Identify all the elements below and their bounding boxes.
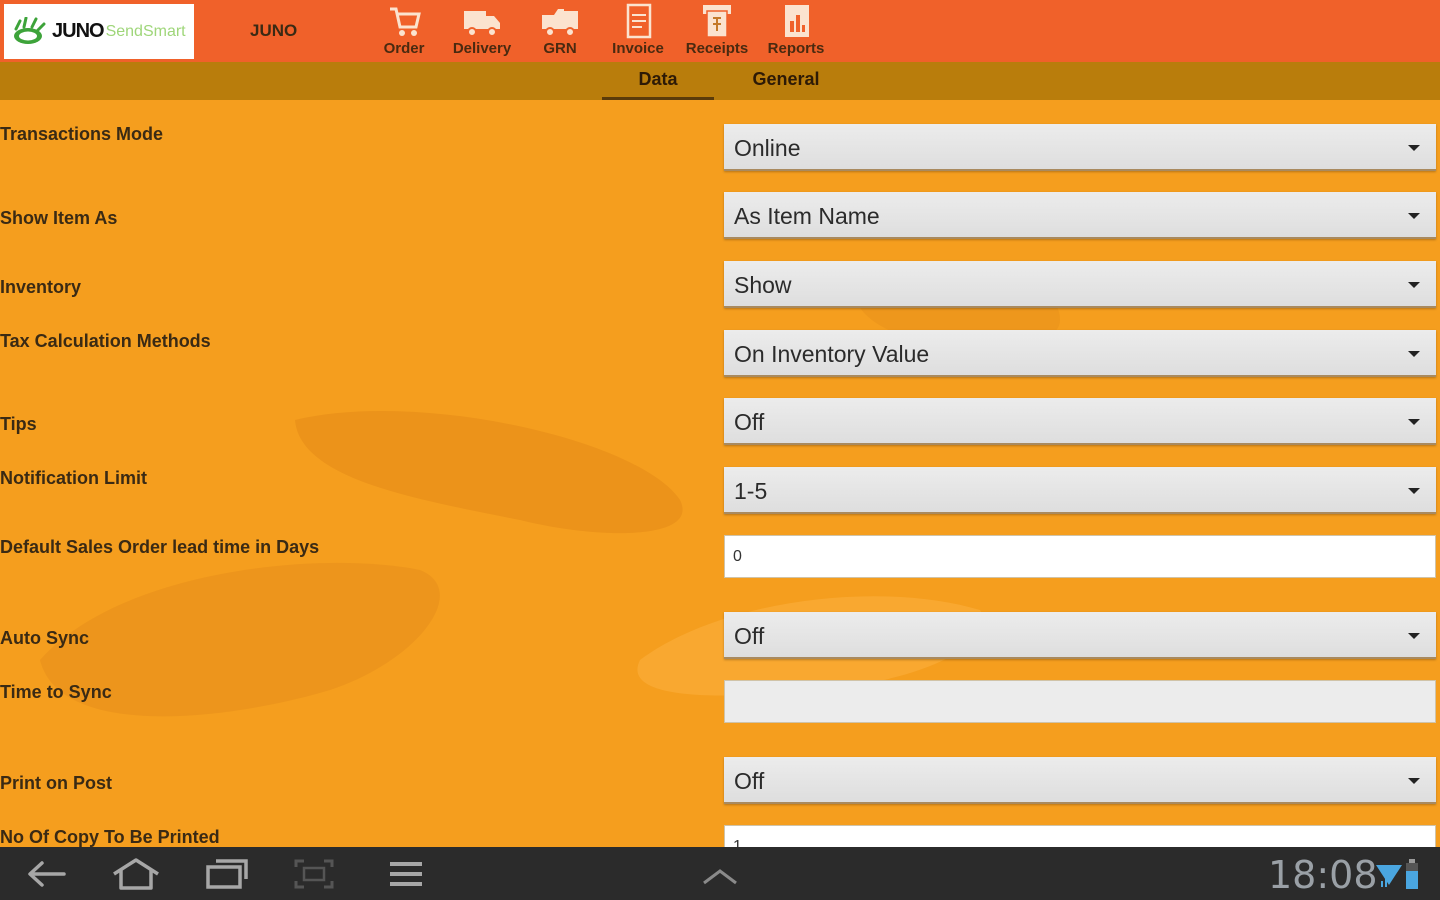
nav-invoice-button[interactable]: Invoice [606,0,670,62]
screenshot-icon[interactable] [292,857,336,891]
leaf-logo-icon [14,16,46,44]
menu-icon[interactable] [386,857,426,891]
battery-icon [1406,859,1418,889]
transactions-mode-dropdown[interactable]: Online [724,124,1436,171]
setting-label-tips: Tips [0,414,37,434]
settings-panel: Transactions Mode Online Show Item As As… [0,100,1440,847]
input-value: 0 [733,548,742,565]
app-title: JUNO [250,21,298,40]
notification-limit-dropdown[interactable]: 1-5 [724,467,1436,514]
dropdown-value: Off [734,409,765,435]
setting-label-print-on-post: Print on Post [0,773,112,793]
back-icon[interactable] [24,857,68,891]
caret-down-icon [1408,419,1420,425]
caret-down-icon [1408,633,1420,639]
nav-label: Delivery [452,40,512,57]
clock: 18:08 [1268,853,1378,897]
nav-receipts-button[interactable]: Receipts [680,0,754,62]
setting-label-copies-to-print: No Of Copy To Be Printed [0,827,220,847]
caret-down-icon [1408,282,1420,288]
setting-label-transactions-mode: Transactions Mode [0,124,164,144]
tab-bar: Data General [0,62,1440,100]
recent-apps-icon[interactable] [202,857,252,891]
nav-reports-button[interactable]: Reports [762,0,830,62]
nav-label: Invoice [612,40,664,57]
tab-data[interactable]: Data [602,62,714,100]
dropdown-value: 1-5 [734,478,768,504]
tips-dropdown[interactable]: Off [724,398,1436,445]
setting-label-tax-calculation-methods: Tax Calculation Methods [0,331,211,351]
dropdown-value: Off [734,623,765,649]
caret-down-icon [1408,778,1420,784]
nav-grn-button[interactable]: GRN [532,0,588,62]
tab-general[interactable]: General [730,62,842,100]
caret-down-icon [1408,145,1420,151]
setting-label-notification-limit: Notification Limit [0,468,147,488]
input-value: 1 [733,838,742,847]
caret-down-icon [1408,351,1420,357]
setting-label-default-lead-time: Default Sales Order lead time in Days [0,537,320,557]
setting-label-inventory: Inventory [0,277,82,297]
reports-icon [785,5,809,37]
show-item-as-dropdown[interactable]: As Item Name [724,192,1436,239]
time-to-sync-input[interactable] [724,680,1436,723]
dropdown-value: On Inventory Value [734,341,930,367]
app-logo: JUNO SendSmart [4,4,194,59]
auto-sync-dropdown[interactable]: Off [724,612,1436,659]
nav-label: GRN [543,40,577,57]
nav-label: Order [383,40,425,57]
receipt-icon [703,5,731,38]
truck-icon [464,11,500,37]
top-bar: JUNO SendSmart JUNO Order Delivery GRN I… [0,0,1440,62]
dropdown-value: Off [734,768,765,794]
tax-calculation-dropdown[interactable]: On Inventory Value [724,330,1436,377]
system-navigation-bar: 18:08 [0,847,1440,900]
setting-label-show-item-as: Show Item As [0,208,118,228]
nav-label: Receipts [685,40,749,57]
nav-label: Reports [767,40,825,57]
dropdown-value: Show [734,272,792,298]
cart-icon [390,7,421,36]
print-on-post-dropdown[interactable]: Off [724,757,1436,804]
home-icon[interactable] [108,857,164,891]
default-lead-time-input[interactable]: 0 [724,535,1436,578]
copies-to-print-input[interactable]: 1 [724,825,1436,847]
invoice-icon [626,3,652,39]
nav-delivery-button[interactable]: Delivery [446,0,518,62]
setting-label-time-to-sync: Time to Sync [0,682,112,702]
wifi-icon [1376,865,1402,887]
inventory-dropdown[interactable]: Show [724,261,1436,308]
setting-label-auto-sync: Auto Sync [0,628,90,648]
caret-down-icon [1408,213,1420,219]
dropdown-value: As Item Name [734,203,880,229]
dropdown-value: Online [734,135,801,161]
delivery-truck-icon [542,9,578,37]
logo-text: JUNO [52,20,105,42]
expand-up-icon[interactable] [700,857,740,891]
caret-down-icon [1408,488,1420,494]
nav-order-button[interactable]: Order [376,0,432,62]
logo-subtext: SendSmart [105,22,186,40]
